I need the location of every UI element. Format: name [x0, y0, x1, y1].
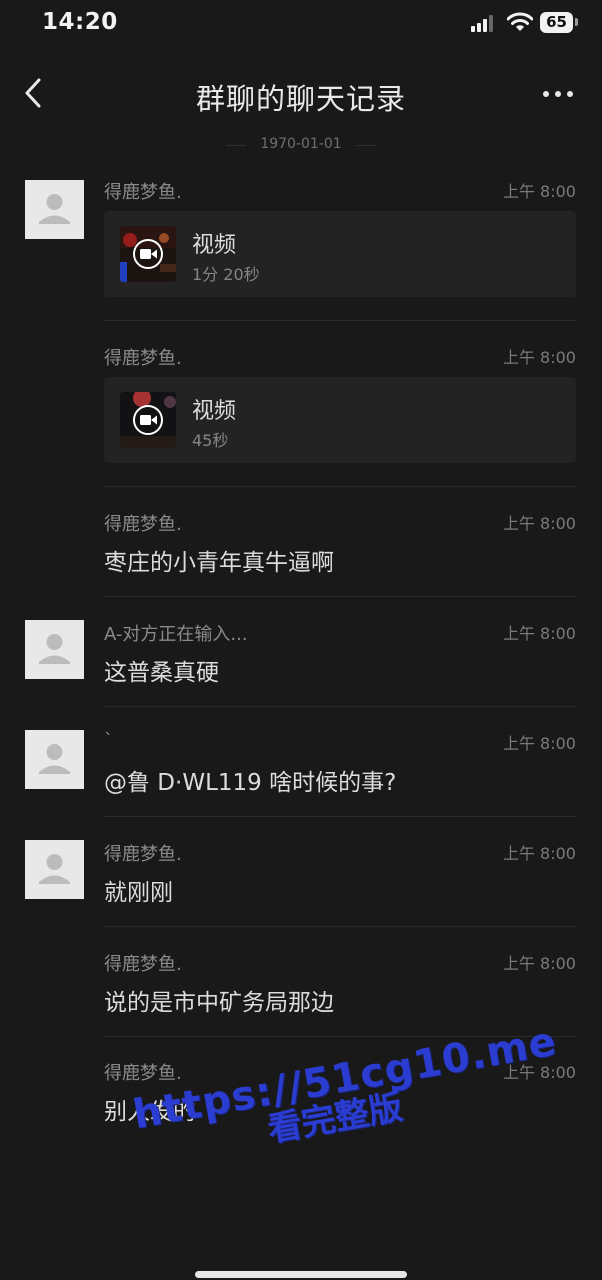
video-thumbnail — [120, 392, 176, 448]
battery-icon: 65 — [540, 12, 573, 33]
video-message-card[interactable]: 视频 1分 20秒 — [104, 211, 576, 297]
message-text: 枣庄的小青年真牛逼啊 — [104, 550, 334, 576]
message-divider — [104, 596, 576, 597]
video-thumbnail — [120, 226, 176, 282]
battery-level: 65 — [546, 13, 567, 31]
sender-name: 得鹿梦鱼. — [104, 182, 182, 203]
message-time: 上午 8:00 — [502, 624, 576, 643]
message-divider — [104, 486, 576, 487]
wifi-icon — [507, 12, 533, 31]
sender-name: ` — [104, 730, 113, 751]
video-label: 视频 — [192, 233, 237, 258]
message-text: 说的是市中矿务局那边 — [104, 990, 334, 1016]
avatar[interactable] — [25, 180, 84, 239]
status-bar: 14:20 65 — [0, 0, 602, 50]
avatar[interactable] — [25, 730, 84, 789]
message-divider — [104, 926, 576, 927]
watermark: https://51cg10.me 看完整版 — [130, 1019, 566, 1171]
video-message-card[interactable]: 视频 45秒 — [104, 377, 576, 463]
status-time: 14:20 — [42, 9, 118, 35]
default-avatar-icon — [39, 744, 70, 774]
message-time: 上午 8:00 — [502, 182, 576, 201]
sender-name: A-对方正在输入... — [104, 624, 248, 645]
message-text: 就刚刚 — [104, 880, 173, 906]
more-icon[interactable] — [538, 80, 578, 106]
message-time: 上午 8:00 — [502, 348, 576, 367]
signal-icon — [471, 14, 497, 32]
sender-name: 得鹿梦鱼. — [104, 1063, 182, 1084]
message-divider — [104, 816, 576, 817]
video-duration: 45秒 — [192, 431, 229, 450]
avatar[interactable] — [25, 840, 84, 899]
message-time: 上午 8:00 — [502, 844, 576, 863]
message-time: 上午 8:00 — [502, 734, 576, 753]
nav-bar: 群聊的聊天记录 — [0, 62, 602, 124]
video-duration: 1分 20秒 — [192, 265, 260, 284]
default-avatar-icon — [39, 854, 70, 884]
sender-name: 得鹿梦鱼. — [104, 348, 182, 369]
message-divider — [104, 320, 576, 321]
default-avatar-icon — [39, 634, 70, 664]
sender-name: 得鹿梦鱼. — [104, 844, 182, 865]
default-avatar-icon — [39, 194, 70, 224]
message-divider — [104, 706, 576, 707]
message-text: 这普桑真硬 — [104, 660, 219, 686]
avatar[interactable] — [25, 620, 84, 679]
message-time: 上午 8:00 — [502, 954, 576, 973]
message-time: 上午 8:00 — [502, 514, 576, 533]
battery-tip — [575, 18, 578, 26]
video-label: 视频 — [192, 399, 237, 424]
home-indicator[interactable] — [195, 1271, 407, 1278]
page-title: 群聊的聊天记录 — [195, 82, 406, 116]
message-text: @鲁 D·WL119 啥时候的事? — [104, 770, 397, 796]
date-divider: 1970-01-01 — [0, 136, 602, 152]
sender-name: 得鹿梦鱼. — [104, 954, 182, 975]
sender-name: 得鹿梦鱼. — [104, 514, 182, 535]
